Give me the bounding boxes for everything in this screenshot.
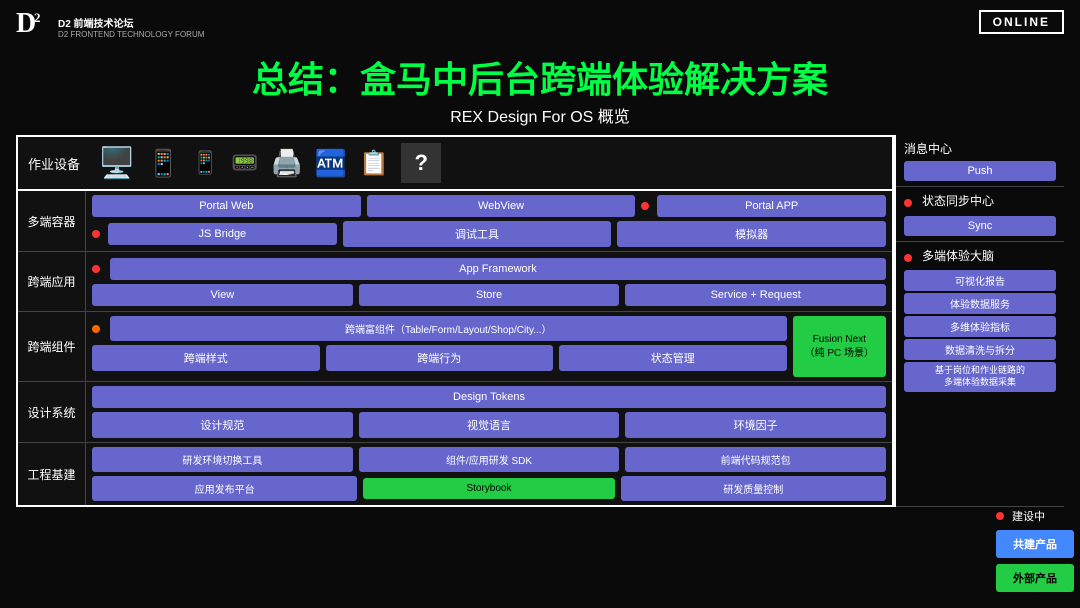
env-factor-btn[interactable]: 环境因子 — [625, 412, 886, 438]
external-product-btn[interactable]: 外部产品 — [996, 564, 1074, 592]
btn-row-2: JS Bridge 调试工具 模拟器 — [92, 221, 886, 247]
comp-sdk-btn[interactable]: 组件/应用研发 SDK — [359, 447, 620, 472]
main-title: 总结：盒马中后台跨端体验解决方案 — [0, 58, 1080, 101]
fusion-next-btn[interactable]: Fusion Next（纯 PC 场景） — [793, 316, 886, 377]
section-content-duoduan: Portal Web WebView Portal APP JS Bridge … — [86, 191, 892, 251]
btn-row-rich-comp: 跨端富组件（Table/Form/Layout/Shop/City...） — [92, 316, 787, 341]
logo-line2: D2 FRONTEND TECHNOLOGY FORUM — [58, 30, 204, 39]
section-content-kuaduan-comp: 跨端富组件（Table/Form/Layout/Shop/City...） 跨端… — [86, 312, 892, 381]
logo-area: D 2 D2 前端技术论坛 D2 FRONTEND TECHNOLOGY FOR… — [16, 8, 204, 46]
portal-web-btn[interactable]: Portal Web — [92, 195, 361, 217]
logo-line1: D2 前端技术论坛 — [58, 15, 204, 30]
store-btn[interactable]: Store — [359, 284, 620, 306]
phone-icon: 📱 — [192, 150, 219, 176]
sub-title: REX Design For OS 概览 — [0, 103, 1080, 127]
dot-rich-comp — [92, 325, 100, 333]
section-content-engineering: 研发环境切换工具 组件/应用研发 SDK 前端代码规范包 应用发布平台 Stor… — [86, 443, 892, 505]
kiosk-icon: 🏧 — [315, 148, 347, 179]
btn-row-vss: View Store Service + Request — [92, 284, 886, 306]
logo-d2: D 2 — [16, 8, 52, 46]
btn-row-comp-detail: 跨端样式 跨端行为 状态管理 — [92, 345, 787, 371]
building-text: 建设中 — [1012, 508, 1045, 524]
tablet2-icon: 📋 — [359, 149, 389, 178]
dot-sync — [904, 199, 912, 207]
btn-row-1: Portal Web WebView Portal APP — [92, 195, 886, 217]
section-label-design: 设计系统 — [18, 382, 86, 442]
dot-brain — [904, 254, 912, 262]
btn-row-design-tokens: Design Tokens — [92, 386, 886, 408]
section-content-kuaduan-app: App Framework View Store Service + Reque… — [86, 252, 892, 311]
device-row: 作业设备 🖥️ 📱 📱 📟 🖨️ 🏧 📋 ? — [18, 137, 892, 191]
building-label: 建设中 — [996, 508, 1074, 524]
dot-jsbridge — [92, 230, 100, 238]
section-engineering: 工程基建 研发环境切换工具 组件/应用研发 SDK 前端代码规范包 应用发布平台… — [18, 443, 892, 505]
btn-row-eng-2: 应用发布平台 Storybook 研发质量控制 — [92, 476, 886, 501]
right-brain-title: 多端体验大脑 — [922, 247, 994, 264]
portal-app-btn[interactable]: Portal APP — [657, 195, 886, 217]
dot-portal-app — [641, 202, 649, 210]
section-label-duoduan: 多端容器 — [18, 191, 86, 251]
question-icon: ? — [401, 143, 441, 183]
section-duoduan-rong: 多端容器 Portal Web WebView Portal APP JS Br… — [18, 191, 892, 252]
code-spec-btn[interactable]: 前端代码规范包 — [625, 447, 886, 472]
tablet-icon: 📱 — [147, 148, 179, 179]
pos-icon: 🖨️ — [271, 148, 303, 179]
btn-row-design-detail: 设计规范 视觉语言 环境因子 — [92, 412, 886, 438]
device-icons: 🖥️ 📱 📱 📟 🖨️ 🏧 📋 ? — [98, 143, 882, 183]
design-tokens-btn[interactable]: Design Tokens — [92, 386, 886, 408]
service-request-btn[interactable]: Service + Request — [625, 284, 886, 306]
section-content-design: Design Tokens 设计规范 视觉语言 环境因子 — [86, 382, 892, 442]
cross-style-btn[interactable]: 跨端样式 — [92, 345, 320, 371]
section-design: 设计系统 Design Tokens 设计规范 视觉语言 环境因子 — [18, 382, 892, 443]
svg-text:2: 2 — [34, 10, 41, 25]
monitor-icon: 🖥️ — [98, 146, 135, 181]
design-spec-btn[interactable]: 设计规范 — [92, 412, 353, 438]
visual-lang-btn[interactable]: 视觉语言 — [359, 412, 620, 438]
device-row-label: 作业设备 — [28, 154, 88, 173]
header: D 2 D2 前端技术论坛 D2 FRONTEND TECHNOLOGY FOR… — [0, 0, 1080, 54]
section-kuaduan-zujian: 跨端组件 跨端富组件（Table/Form/Layout/Shop/City..… — [18, 312, 892, 382]
dot-app-framework — [92, 265, 100, 273]
main-grid: 作业设备 🖥️ 📱 📱 📟 🖨️ 🏧 📋 ? — [16, 135, 894, 507]
dot-building — [996, 512, 1004, 520]
content-area: 作业设备 🖥️ 📱 📱 📟 🖨️ 🏧 📋 ? — [16, 135, 1064, 507]
section-kuaduan-yingyong: 跨端应用 App Framework View Store Service + … — [18, 252, 892, 312]
debug-tool-btn[interactable]: 调试工具 — [343, 221, 612, 247]
btn-row-eng-1: 研发环境切换工具 组件/应用研发 SDK 前端代码规范包 — [92, 447, 886, 472]
js-bridge-btn[interactable]: JS Bridge — [108, 223, 337, 245]
env-switch-btn[interactable]: 研发环境切换工具 — [92, 447, 353, 472]
rich-comp-btn[interactable]: 跨端富组件（Table/Form/Layout/Shop/City...） — [110, 316, 787, 341]
view-btn[interactable]: View — [92, 284, 353, 306]
section-label-kuaduan-app: 跨端应用 — [18, 252, 86, 311]
handheld-icon: 📟 — [231, 150, 258, 176]
simulator-btn[interactable]: 模拟器 — [617, 221, 886, 247]
right-sync-title: 状态同步中心 — [922, 192, 994, 209]
section-label-kuaduan-comp: 跨端组件 — [18, 312, 86, 381]
quality-control-btn[interactable]: 研发质量控制 — [621, 476, 886, 501]
far-right-sidebar: 建设中 共建产品 外部产品 — [990, 0, 1080, 608]
publish-platform-btn[interactable]: 应用发布平台 — [92, 476, 357, 501]
cross-behavior-btn[interactable]: 跨端行为 — [326, 345, 554, 371]
webview-btn[interactable]: WebView — [367, 195, 636, 217]
btn-row-app-framework: App Framework — [92, 258, 886, 280]
app-framework-btn[interactable]: App Framework — [110, 258, 886, 280]
co-build-btn[interactable]: 共建产品 — [996, 530, 1074, 558]
storybook-btn[interactable]: Storybook — [363, 478, 614, 499]
section-label-engineering: 工程基建 — [18, 443, 86, 505]
state-mgmt-btn[interactable]: 状态管理 — [559, 345, 787, 371]
